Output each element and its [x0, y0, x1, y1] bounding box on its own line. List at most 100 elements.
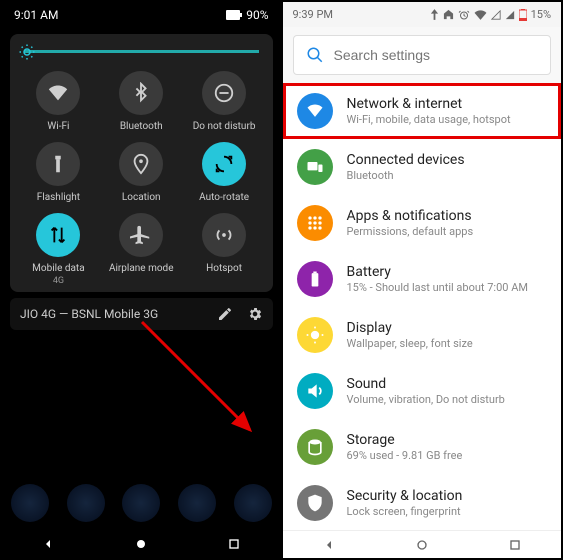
- settings-item-title: Apps & notifications: [347, 208, 474, 224]
- dnd-icon: [202, 71, 246, 115]
- alarm-icon: [458, 9, 470, 21]
- carrier-label: JIO 4G — BSNL Mobile 3G: [20, 307, 158, 321]
- settings-item-title: Sound: [347, 376, 505, 392]
- qs-tile-label: Bluetooth: [120, 121, 163, 132]
- nav-bar: [283, 530, 562, 558]
- security-icon: [297, 485, 333, 521]
- status-upload-icon: [430, 9, 439, 20]
- home-button[interactable]: [414, 537, 430, 553]
- settings-item-title: Display: [347, 320, 473, 336]
- storage-icon: [297, 429, 333, 465]
- dock-app[interactable]: [67, 484, 105, 522]
- battery-percent: 90%: [246, 8, 268, 22]
- qs-tile-data[interactable]: Mobile data 4G: [20, 213, 97, 286]
- settings-item-title: Security & location: [347, 488, 463, 504]
- qs-tile-label: Mobile data: [32, 263, 85, 274]
- status-home-icon: [443, 9, 454, 20]
- qs-tile-location[interactable]: Location: [103, 142, 180, 203]
- settings-item-subtitle: Wallpaper, sleep, font size: [347, 337, 473, 350]
- qs-tile-dnd[interactable]: Do not disturb: [186, 71, 263, 132]
- qs-tile-flashlight[interactable]: Flashlight: [20, 142, 97, 203]
- recents-button[interactable]: [507, 537, 523, 553]
- home-button[interactable]: [133, 536, 149, 552]
- settings-item-subtitle: Lock screen, fingerprint: [347, 505, 463, 518]
- settings-item-subtitle: Permissions, default apps: [347, 225, 474, 238]
- qs-tile-wifi[interactable]: Wi-Fi: [20, 71, 97, 132]
- quick-settings-panel: 9:01 AM 90% Wi-Fi Bluetooth: [2, 2, 283, 558]
- qs-tile-label: Location: [122, 192, 161, 203]
- dock-app[interactable]: [11, 484, 49, 522]
- airplane-icon: [119, 213, 163, 257]
- brightness-slider[interactable]: [16, 46, 267, 67]
- recents-button[interactable]: [226, 536, 242, 552]
- qs-tile-bluetooth[interactable]: Bluetooth: [103, 71, 180, 132]
- settings-item-title: Battery: [347, 264, 528, 280]
- settings-item-title: Connected devices: [347, 152, 465, 168]
- qs-tile-rotate[interactable]: Auto-rotate: [186, 142, 263, 203]
- location-icon: [119, 142, 163, 186]
- qs-tile-hotspot[interactable]: Hotspot: [186, 213, 263, 286]
- wifi-icon: [474, 10, 487, 20]
- qs-tile-label: Airplane mode: [109, 263, 174, 274]
- settings-item-subtitle: Volume, vibration, Do not disturb: [347, 393, 505, 406]
- settings-item-subtitle: 69% used - 9.81 GB free: [347, 449, 463, 462]
- qs-tile-airplane[interactable]: Airplane mode: [103, 213, 180, 286]
- qs-tile-label: Wi-Fi: [47, 121, 69, 132]
- search-icon: [306, 46, 324, 64]
- dock-app[interactable]: [178, 484, 216, 522]
- battery-icon: [519, 9, 527, 21]
- wifi-icon: [297, 93, 333, 129]
- qs-tile-label: Do not disturb: [193, 121, 256, 132]
- quick-settings-card: Wi-Fi Bluetooth Do not disturb Flashligh…: [10, 34, 273, 292]
- dock-app[interactable]: [122, 484, 160, 522]
- status-bar: 9:01 AM 90%: [2, 2, 281, 28]
- annotation-arrow: [132, 312, 272, 452]
- display-icon: [297, 317, 333, 353]
- signal-icon: [491, 10, 501, 20]
- settings-item-sound[interactable]: Sound Volume, vibration, Do not disturb: [283, 363, 562, 419]
- bluetooth-icon: [119, 71, 163, 115]
- home-dock: [2, 476, 281, 530]
- battery-percent: 15%: [531, 8, 551, 21]
- signal-icon: [505, 10, 515, 20]
- nav-bar: [2, 530, 281, 558]
- settings-item-subtitle: Wi-Fi, mobile, data usage, hotspot: [347, 113, 511, 126]
- devices-icon: [297, 149, 333, 185]
- battery-icon: [297, 261, 333, 297]
- search-settings[interactable]: [293, 35, 552, 75]
- status-time: 9:01 AM: [14, 8, 58, 22]
- quick-settings-footer: JIO 4G — BSNL Mobile 3G: [10, 298, 273, 330]
- settings-item-wifi[interactable]: Network & internet Wi-Fi, mobile, data u…: [283, 83, 562, 139]
- brightness-icon: [18, 43, 36, 61]
- settings-item-subtitle: Bluetooth: [347, 169, 465, 182]
- settings-screen: 9:39 PM 15% Network & internet Wi-Fi, mo…: [283, 2, 562, 558]
- qs-tile-label: Auto-rotate: [199, 192, 249, 203]
- search-input[interactable]: [334, 47, 539, 63]
- settings-item-title: Storage: [347, 432, 463, 448]
- back-button[interactable]: [321, 537, 337, 553]
- settings-item-storage[interactable]: Storage 69% used - 9.81 GB free: [283, 419, 562, 475]
- settings-item-display[interactable]: Display Wallpaper, sleep, font size: [283, 307, 562, 363]
- settings-item-apps[interactable]: Apps & notifications Permissions, defaul…: [283, 195, 562, 251]
- wifi-icon: [36, 71, 80, 115]
- settings-item-subtitle: 15% - Should last until about 7:00 AM: [347, 281, 528, 294]
- qs-tile-label: Hotspot: [206, 263, 242, 274]
- settings-item-devices[interactable]: Connected devices Bluetooth: [283, 139, 562, 195]
- back-button[interactable]: [40, 536, 56, 552]
- qs-tile-label: Flashlight: [37, 192, 80, 203]
- flashlight-icon: [36, 142, 80, 186]
- settings-item-title: Network & internet: [347, 96, 511, 112]
- settings-item-battery[interactable]: Battery 15% - Should last until about 7:…: [283, 251, 562, 307]
- status-time: 9:39 PM: [293, 8, 333, 21]
- settings-button[interactable]: [247, 306, 263, 322]
- hotspot-icon: [202, 213, 246, 257]
- apps-icon: [297, 205, 333, 241]
- dock-app[interactable]: [234, 484, 272, 522]
- data-icon: [36, 213, 80, 257]
- battery-icon: [226, 10, 242, 20]
- settings-item-security[interactable]: Security & location Lock screen, fingerp…: [283, 475, 562, 531]
- rotate-icon: [202, 142, 246, 186]
- edit-button[interactable]: [217, 306, 233, 322]
- qs-tile-sublabel: 4G: [53, 276, 64, 286]
- status-bar: 9:39 PM 15%: [283, 2, 562, 27]
